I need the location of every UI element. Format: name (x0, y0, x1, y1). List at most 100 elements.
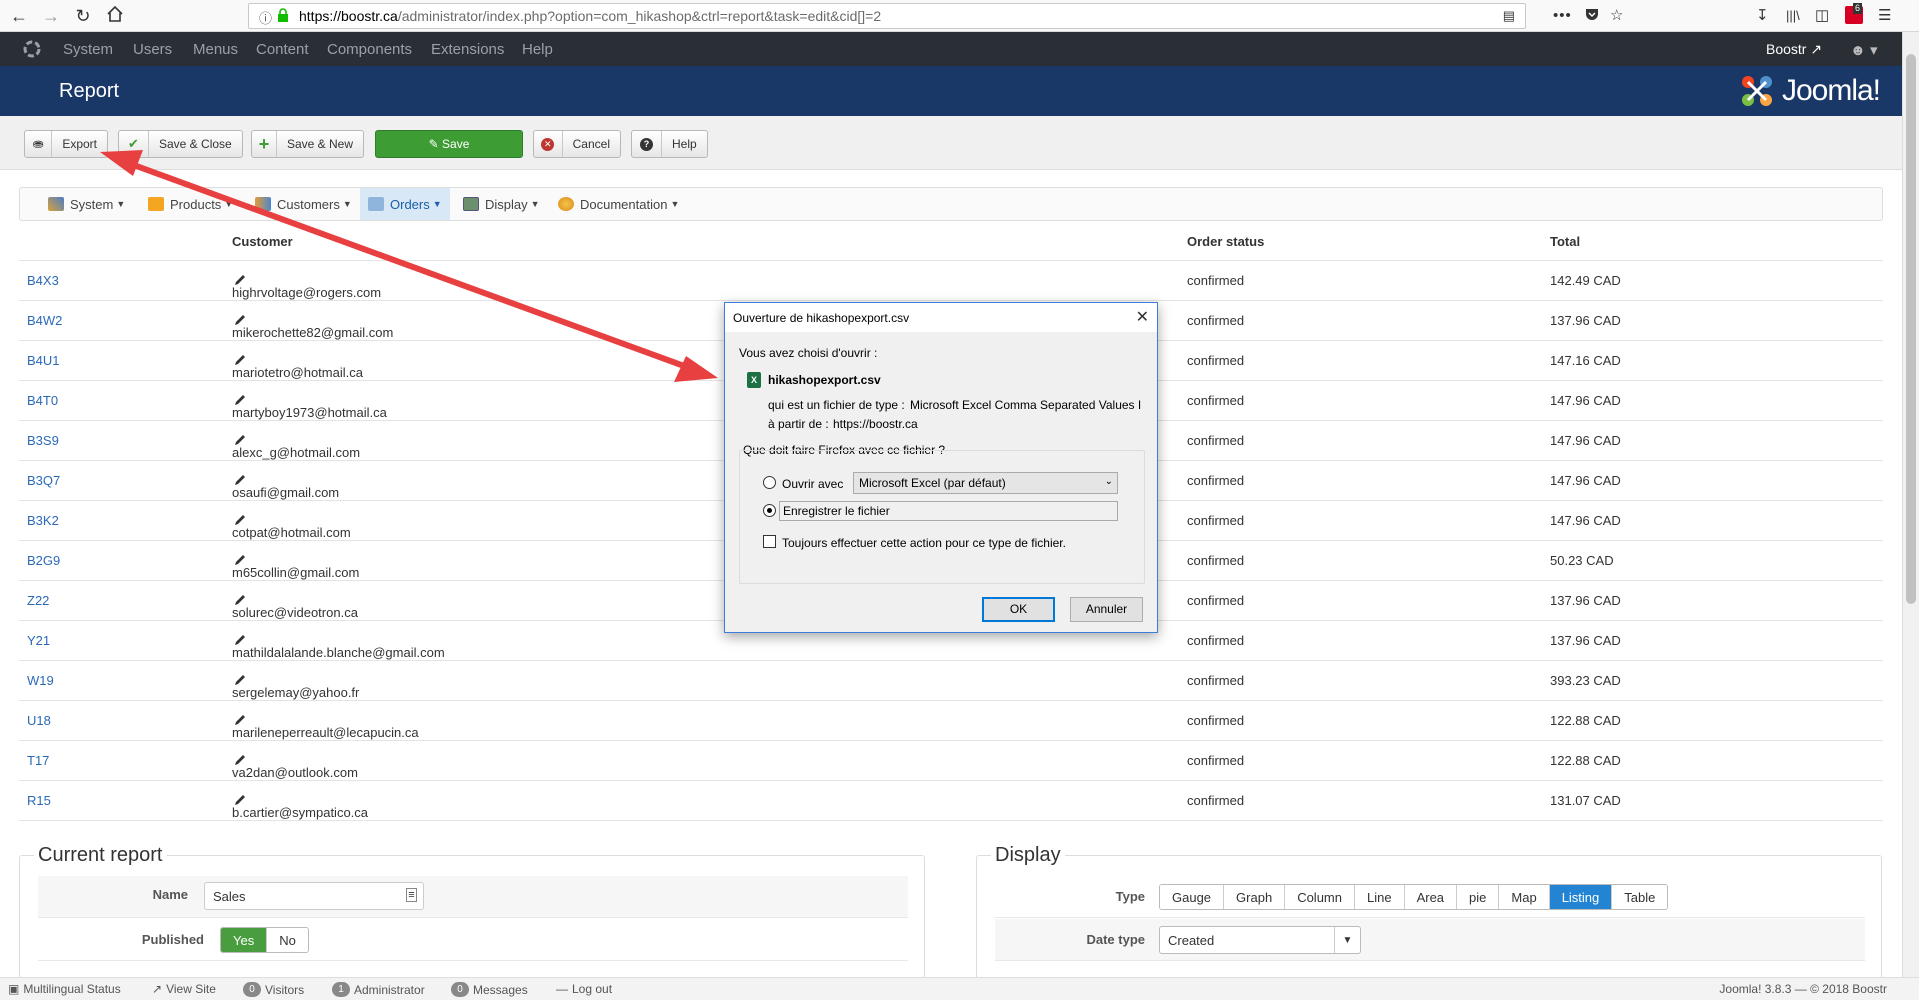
table-row: U18 marileneperreault@lecapucin.ca confirm… (19, 700, 1883, 740)
type-option-graph[interactable]: Graph (1224, 885, 1286, 909)
open-with-label[interactable]: Ouvrir avec (782, 477, 843, 491)
save-file-option[interactable]: Enregistrer le fichier (779, 501, 1118, 521)
order-number-link[interactable]: B3S9 (27, 433, 59, 448)
order-number-link[interactable]: Y21 (27, 633, 50, 648)
reload-icon[interactable]: ↻ (72, 5, 94, 27)
order-number-link[interactable]: T17 (27, 753, 49, 768)
admin-badge: 1 (332, 982, 350, 997)
export-button[interactable]: ⛂ Export (24, 130, 108, 158)
display-type-group: Gauge Graph Column Line Area pie Map Listing Tab… (1159, 884, 1669, 910)
order-number-link[interactable]: B2G9 (27, 553, 60, 568)
pocket-icon[interactable] (1584, 6, 1600, 28)
customer-email: mikerochette82@gmail.com (232, 313, 393, 340)
messages-badge: 0 (451, 982, 469, 997)
customer-email: osaufi@gmail.com (232, 473, 339, 500)
order-number-link[interactable]: Z22 (27, 593, 49, 608)
published-no-button[interactable]: No (267, 928, 308, 952)
back-icon[interactable]: ← (8, 5, 30, 27)
order-total: 50.23 CAD (1550, 553, 1614, 568)
type-option-gauge[interactable]: Gauge (1160, 885, 1225, 909)
submenu-system[interactable]: System ▼ (48, 188, 125, 220)
info-icon[interactable]: ⓘ (259, 8, 272, 27)
plus-icon: + (252, 131, 277, 157)
user-menu-icon[interactable]: ☻ ▾ (1850, 41, 1877, 59)
order-total: 122.88 CAD (1550, 713, 1621, 728)
submenu-documentation[interactable]: Documentation ▼ (558, 188, 679, 220)
close-icon[interactable]: ✕ (1136, 307, 1149, 327)
order-number-link[interactable]: B4T0 (27, 393, 58, 408)
submenu-products[interactable]: Products ▼ (148, 188, 233, 220)
type-option-column[interactable]: Column (1285, 885, 1355, 909)
open-with-app-select[interactable]: Microsoft Excel (par défaut) ⌄ (853, 472, 1118, 494)
open-with-radio[interactable] (763, 476, 776, 489)
library-icon[interactable]: |||\ (1786, 6, 1800, 26)
nav-users[interactable]: Users (133, 41, 172, 58)
nav-help[interactable]: Help (522, 41, 553, 58)
reader-view-icon[interactable]: ▤ (1503, 8, 1515, 24)
date-type-select[interactable]: Created ▼ (1159, 926, 1361, 954)
save-new-button[interactable]: + Save & New (251, 130, 364, 158)
view-site-link[interactable]: ↗ View Site (152, 982, 216, 996)
home-icon[interactable] (104, 5, 126, 27)
type-option-listing[interactable]: Listing (1549, 885, 1613, 909)
always-label[interactable]: Toujours effectuer cette action pour ce … (782, 536, 1066, 550)
customer-email: b.cartier@sympatico.ca (232, 793, 368, 820)
page-actions-icon[interactable]: ••• (1553, 6, 1572, 26)
name-input[interactable]: Sales ≡ (204, 882, 424, 910)
published-yes-button[interactable]: Yes (221, 928, 268, 952)
submenu-orders[interactable]: Orders ▼ (360, 188, 450, 220)
save-close-button[interactable]: ✔ Save & Close (118, 130, 243, 158)
multilingual-status[interactable]: ▣ Multilingual Status (8, 982, 121, 996)
sidebar-icon[interactable]: ◫ (1815, 6, 1829, 26)
extension-icon[interactable]: 6 (1845, 3, 1863, 24)
order-number-link[interactable]: B3Q7 (27, 473, 60, 488)
display-icon (463, 197, 479, 211)
bookmark-star-icon[interactable]: ☆ (1610, 6, 1623, 26)
page-scrollbar[interactable] (1902, 32, 1919, 977)
download-icon[interactable]: ↧ (1756, 6, 1769, 26)
nav-menus[interactable]: Menus (193, 41, 238, 58)
dialog-ok-button[interactable]: OK (982, 597, 1055, 622)
order-number-link[interactable]: B4X3 (27, 273, 59, 288)
order-number-link[interactable]: W19 (27, 673, 54, 688)
nav-system[interactable]: System (63, 41, 113, 58)
type-option-table[interactable]: Table (1612, 885, 1668, 909)
type-option-area[interactable]: Area (1404, 885, 1458, 909)
help-icon: ? (632, 131, 662, 157)
joomla-icon[interactable] (22, 39, 42, 63)
submenu-display[interactable]: Display ▼ (463, 188, 540, 220)
dialog-cancel-button[interactable]: Annuler (1070, 597, 1143, 622)
help-button[interactable]: ? Help (631, 130, 708, 158)
table-bottom-border (19, 820, 1883, 821)
administrator-status[interactable]: 1 Administrator (332, 982, 425, 997)
hamburger-menu-icon[interactable]: ☰ (1878, 6, 1891, 26)
type-option-pie[interactable]: pie (1457, 885, 1500, 909)
order-number-link[interactable]: B4U1 (27, 353, 60, 368)
nav-extensions[interactable]: Extensions (431, 41, 504, 58)
order-number-link[interactable]: B3K2 (27, 513, 59, 528)
logout-link[interactable]: — Log out (556, 982, 612, 996)
order-number-link[interactable]: B4W2 (27, 313, 62, 328)
always-checkbox[interactable] (763, 535, 776, 548)
type-option-map[interactable]: Map (1499, 885, 1550, 909)
save-file-radio[interactable] (763, 504, 776, 517)
forward-icon[interactable]: → (40, 5, 62, 27)
nav-content[interactable]: Content (256, 41, 309, 58)
type-option-line[interactable]: Line (1354, 885, 1405, 909)
order-number-link[interactable]: R15 (27, 793, 51, 808)
visitors-status[interactable]: 0 Visitors (243, 982, 304, 997)
order-status: confirmed (1187, 673, 1245, 688)
input-menu-icon[interactable]: ≡ (406, 888, 417, 902)
nav-components[interactable]: Components (327, 41, 412, 58)
submenu-customers[interactable]: Customers ▼ (255, 188, 352, 220)
save-button[interactable]: ✎ Save (375, 130, 523, 158)
order-number-link[interactable]: U18 (27, 713, 51, 728)
dropdown-arrow-icon: ▼ (1334, 927, 1360, 953)
check-icon: ✔ (119, 131, 149, 157)
order-status: confirmed (1187, 473, 1245, 488)
url-bar[interactable]: ⓘ https://boostr.ca/administrator/index.… (248, 3, 1526, 29)
scrollbar-thumb[interactable] (1906, 54, 1916, 604)
cancel-button[interactable]: ✕ Cancel (533, 130, 621, 158)
messages-status[interactable]: 0 Messages (451, 982, 528, 997)
site-link[interactable]: Boostr ↗ (1766, 41, 1822, 58)
